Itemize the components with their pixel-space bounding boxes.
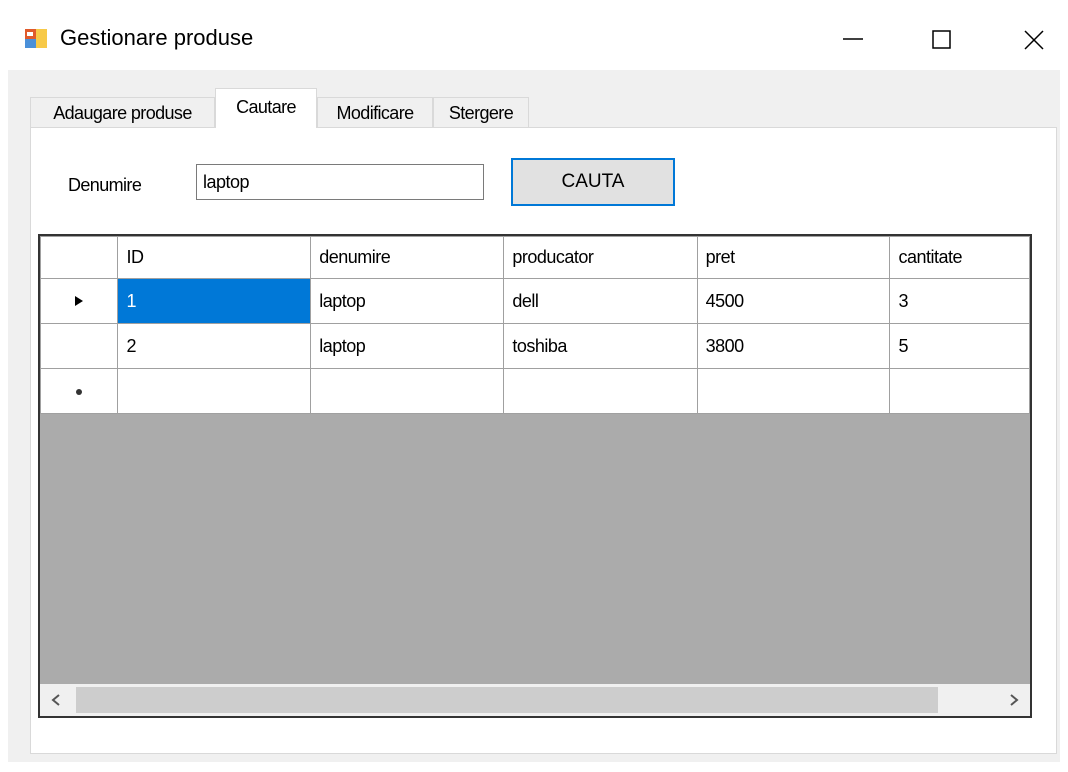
cell-producator[interactable]: toshiba — [503, 323, 698, 369]
header-row: ID denumire producator pret cantitate — [40, 236, 1030, 279]
maximize-icon — [932, 30, 951, 49]
cell-denumire[interactable]: laptop — [310, 323, 505, 369]
cell-cantitate[interactable]: 3 — [889, 278, 1030, 324]
table-row[interactable]: 2 laptop toshiba 3800 5 — [40, 323, 1030, 369]
app-form-icon — [24, 26, 48, 50]
scrollbar-thumb[interactable] — [76, 687, 938, 713]
scroll-left-arrow-icon[interactable] — [50, 693, 62, 707]
cell-producator[interactable]: dell — [503, 278, 698, 324]
denumire-label: Denumire — [68, 175, 142, 195]
minimize-icon — [843, 38, 863, 40]
form-client-area: Adaugare produse Cautare Modificare Ster… — [8, 70, 1060, 762]
row-header[interactable] — [40, 278, 119, 324]
column-header-denumire[interactable]: denumire — [310, 236, 505, 279]
column-header-pret[interactable]: pret — [696, 236, 891, 279]
cell-pret[interactable] — [696, 368, 891, 414]
cell-id[interactable]: 1 — [117, 278, 312, 324]
scroll-right-arrow-icon[interactable] — [1008, 693, 1020, 707]
row-header[interactable] — [40, 323, 119, 369]
cell-pret[interactable]: 4500 — [696, 278, 891, 324]
cell-producator[interactable] — [503, 368, 698, 414]
row-header-corner — [40, 236, 119, 279]
cell-denumire[interactable] — [310, 368, 505, 414]
new-row-asterisk-icon — [76, 388, 83, 395]
tab-adaugare-produse[interactable]: Adaugare produse — [30, 97, 215, 127]
results-table: ID denumire producator pret cantitate 1 … — [40, 236, 1030, 414]
denumire-search-input[interactable] — [196, 164, 484, 200]
cell-id[interactable]: 2 — [117, 323, 312, 369]
cell-pret[interactable]: 3800 — [696, 323, 891, 369]
column-header-id[interactable]: ID — [117, 236, 312, 279]
cell-denumire[interactable]: laptop — [310, 278, 505, 324]
cell-id[interactable] — [117, 368, 312, 414]
row-header[interactable] — [40, 368, 119, 414]
cell-cantitate[interactable]: 5 — [889, 323, 1030, 369]
tab-cautare[interactable]: Cautare — [215, 88, 317, 128]
table-row[interactable]: 1 laptop dell 4500 3 — [40, 278, 1030, 324]
tab-stergere[interactable]: Stergere — [433, 97, 529, 127]
cauta-button[interactable]: CAUTA — [511, 158, 675, 206]
cell-cantitate[interactable] — [889, 368, 1030, 414]
close-icon — [1024, 30, 1044, 50]
title-bar: Gestionare produse — [0, 0, 1068, 70]
new-row[interactable] — [40, 368, 1030, 414]
results-data-grid[interactable]: ID denumire producator pret cantitate 1 … — [38, 234, 1032, 718]
window-title: Gestionare produse — [60, 25, 254, 50]
column-header-producator[interactable]: producator — [503, 236, 698, 279]
current-row-arrow-icon — [75, 295, 84, 306]
horizontal-scrollbar[interactable] — [40, 684, 1030, 716]
maximize-button[interactable] — [912, 16, 972, 62]
minimize-button[interactable] — [823, 16, 883, 62]
tab-modificare[interactable]: Modificare — [317, 97, 433, 127]
column-header-cantitate[interactable]: cantitate — [889, 236, 1030, 279]
close-button[interactable] — [1004, 16, 1064, 62]
